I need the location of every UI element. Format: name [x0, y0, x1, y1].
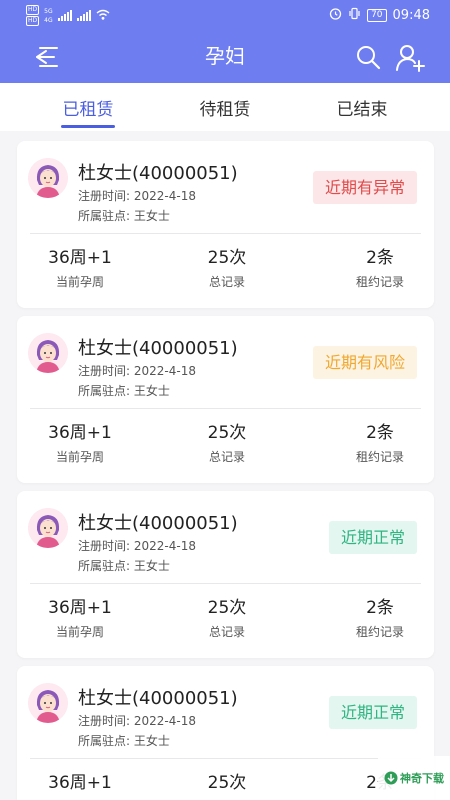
avatar	[28, 683, 68, 723]
network-label-1: 5G	[44, 7, 53, 15]
tab-ended[interactable]: 已结束	[302, 95, 422, 120]
patient-card[interactable]: 杜女士(40000051) 注册时间: 2022-4-18 所属驻点: 王女士 近期正…	[17, 491, 434, 658]
patient-name: 杜女士(40000051)	[78, 513, 238, 534]
add-user-icon[interactable]	[396, 44, 426, 76]
register-time: 注册时间: 2022-4-18	[78, 714, 196, 728]
sim-icons: HD HD	[26, 5, 40, 26]
status-badge: 近期正常	[328, 696, 417, 729]
stat-value: 36周+1	[48, 248, 112, 268]
status-badge: 近期正常	[328, 521, 417, 554]
stat-value: 25次	[207, 773, 247, 793]
station: 所属驻点: 王女士	[78, 559, 170, 573]
tab-rented[interactable]: 已租赁	[28, 95, 148, 120]
alarm-icon	[329, 7, 342, 24]
status-time: 09:48	[392, 8, 430, 23]
stat-value: 25次	[207, 598, 247, 618]
stat-label: 租约记录	[355, 450, 404, 464]
battery-icon: 70	[367, 9, 387, 22]
register-time: 注册时间: 2022-4-18	[78, 189, 196, 203]
stat-0: 36周+1当前孕周	[20, 759, 140, 800]
search-icon[interactable]	[355, 44, 381, 74]
stat-label: 当前孕周	[55, 625, 104, 639]
stat-label: 总记录	[208, 625, 245, 639]
stat-1: 25次总记录	[167, 584, 287, 640]
stat-2: 2条租约记录	[320, 409, 440, 465]
station: 所属驻点: 王女士	[78, 384, 170, 398]
patient-name: 杜女士(40000051)	[78, 163, 238, 184]
station: 所属驻点: 王女士	[78, 209, 170, 223]
wifi-icon	[96, 9, 110, 23]
stat-1: 25次总记录	[167, 759, 287, 800]
stat-value: 36周+1	[48, 773, 112, 793]
stat-2: 2条租约记录	[320, 584, 440, 640]
stat-value: 2条	[366, 423, 394, 443]
status-badge: 近期有异常	[312, 171, 417, 204]
stat-0: 36周+1 当前孕周	[20, 584, 140, 640]
avatar	[28, 333, 68, 373]
stat-value: 25次	[207, 248, 247, 268]
stat-label: 总记录	[208, 450, 245, 464]
signal-icon	[57, 10, 72, 21]
patient-name: 杜女士(40000051)	[78, 338, 238, 359]
network-label-2: 4G	[44, 16, 53, 24]
avatar	[28, 158, 68, 198]
patient-name: 杜女士(40000051)	[78, 688, 238, 709]
stat-value: 25次	[207, 423, 247, 443]
vibrate-icon	[348, 7, 361, 24]
stat-value: 36周+1	[48, 598, 112, 618]
page-title: 孕妇	[205, 44, 245, 68]
tab-bar: 已租赁 待租赁 已结束	[0, 83, 450, 131]
stat-0: 36周+1 当前孕周	[20, 234, 140, 290]
download-logo-icon	[384, 771, 398, 785]
signal-icon-2	[76, 10, 91, 21]
register-time: 注册时间: 2022-4-18	[78, 364, 196, 378]
status-right: 70 09:48	[329, 7, 430, 24]
navbar: 孕妇	[0, 30, 450, 83]
stat-label: 租约记录	[355, 625, 404, 639]
stat-label: 当前孕周	[55, 275, 104, 289]
tab-pending[interactable]: 待租赁	[165, 95, 285, 120]
stat-1: 25次总记录	[167, 409, 287, 465]
app-header: HD HD 5G 4G 70 09:48 孕妇	[0, 0, 450, 83]
station: 所属驻点: 王女士	[78, 734, 170, 748]
hd-badge-1: HD	[26, 5, 40, 15]
tab-active-indicator	[61, 125, 115, 128]
stat-2: 2条租约记录	[320, 234, 440, 290]
hd-badge-2: HD	[26, 16, 40, 26]
status-left: HD HD 5G 4G	[26, 5, 110, 26]
patient-card[interactable]: 杜女士(40000051) 注册时间: 2022-4-18 所属驻点: 王女士 近期有…	[17, 316, 434, 483]
stat-label: 租约记录	[355, 275, 404, 289]
stat-0: 36周+1 当前孕周	[20, 409, 140, 465]
stat-value: 36周+1	[48, 423, 112, 443]
watermark-text: 神奇下载	[400, 772, 444, 785]
patient-card[interactable]: 杜女士(40000051) 注册时间: 2022-4-18 所属驻点: 王女士 近期有…	[17, 141, 434, 308]
stat-label: 总记录	[208, 275, 245, 289]
stat-value: 2条	[366, 248, 394, 268]
stat-value: 2条	[366, 598, 394, 618]
patient-card[interactable]: 杜女士(40000051) 注册时间: 2022-4-18 所属驻点: 王女士 近期正…	[17, 666, 434, 800]
stat-1: 25次总记录	[167, 234, 287, 290]
avatar	[28, 508, 68, 548]
register-time: 注册时间: 2022-4-18	[78, 539, 196, 553]
watermark: 神奇下载	[378, 756, 450, 800]
status-badge: 近期有风险	[312, 346, 417, 379]
network-labels: 5G 4G	[44, 7, 52, 25]
stat-label: 当前孕周	[55, 450, 104, 464]
status-bar: HD HD 5G 4G 70 09:48	[0, 0, 450, 30]
